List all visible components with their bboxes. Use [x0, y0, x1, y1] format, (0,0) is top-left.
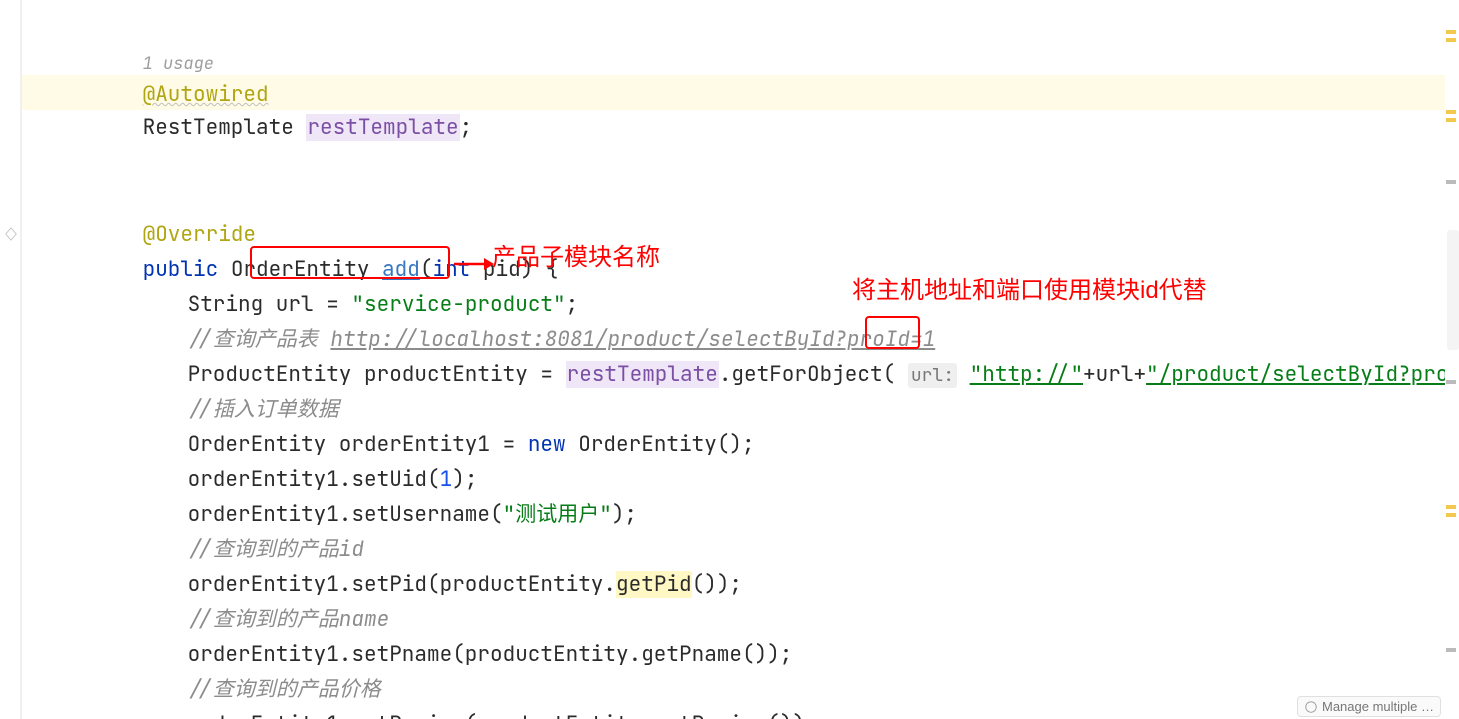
set-number-partial: orderEntity1.setNumber(1);: [112, 707, 515, 719]
string-http: "http://": [970, 361, 1083, 388]
notification-balloon[interactable]: Manage multiple …: [1297, 696, 1441, 717]
comment-insert-order: //插入订单数据: [112, 357, 339, 392]
stripe-warning[interactable]: [1446, 110, 1456, 114]
field-ref-restTemplate: restTemplate: [566, 361, 719, 388]
stripe-warning[interactable]: [1446, 505, 1456, 509]
set-username: orderEntity1.setUsername("测试用户");: [112, 462, 637, 497]
annotation-autowired: @Autowired: [67, 42, 269, 77]
url-declaration: String url = "service-product";: [112, 252, 578, 287]
stripe-info[interactable]: [1446, 180, 1456, 184]
comment-product-name: //查询到的产品name: [112, 567, 389, 602]
stripe-warning[interactable]: [1446, 513, 1456, 517]
stripe-warning[interactable]: [1446, 118, 1456, 122]
comment-product-url: //查询产品表 http://localhost:8081/product/se…: [112, 287, 935, 322]
set-pid: orderEntity1.setPid(productEntity.getPid…: [112, 532, 742, 567]
param-hint-url: url:: [908, 363, 957, 388]
comment-product-price: //查询到的产品价格: [112, 637, 381, 672]
annotation-override: @Override: [67, 182, 256, 217]
method-getPid: getPid: [616, 571, 692, 598]
stripe-warning[interactable]: [1446, 30, 1456, 34]
bulb-icon: [1304, 700, 1318, 714]
code-area[interactable]: 1 usage @Autowired RestTemplate restTemp…: [22, 0, 1459, 719]
url-concat: +url+: [1083, 361, 1146, 388]
comment-product-id: //查询到的产品id: [112, 497, 364, 532]
stripe-info[interactable]: [1446, 380, 1456, 384]
field-declaration: RestTemplate restTemplate;: [67, 75, 472, 110]
rest-template-call: ProductEntity productEntity = restTempla…: [112, 322, 1459, 357]
field-restTemplate: restTemplate: [306, 114, 459, 141]
method-signature: public OrderEntity add(int pid) {: [67, 217, 559, 252]
set-pprice: orderEntity1.setPprice(productEntity.get…: [112, 672, 818, 707]
stripe-warning[interactable]: [1446, 38, 1456, 42]
scrollbar-thumb[interactable]: [1447, 230, 1459, 350]
set-pname: orderEntity1.setPname(productEntity.getP…: [112, 602, 792, 637]
string-path: "/product/selectById?proId=": [1146, 361, 1459, 388]
code-editor[interactable]: 1 usage @Autowired RestTemplate restTemp…: [0, 0, 1459, 719]
inspection-icon: [4, 225, 18, 239]
new-order-entity: OrderEntity orderEntity1 = new OrderEnti…: [112, 392, 755, 427]
error-stripe[interactable]: [1445, 0, 1459, 719]
stripe-info[interactable]: [1446, 648, 1456, 652]
usage-hint[interactable]: 1 usage: [67, 10, 214, 45]
set-uid: orderEntity1.setUid(1);: [112, 427, 477, 462]
editor-gutter: [0, 0, 22, 719]
